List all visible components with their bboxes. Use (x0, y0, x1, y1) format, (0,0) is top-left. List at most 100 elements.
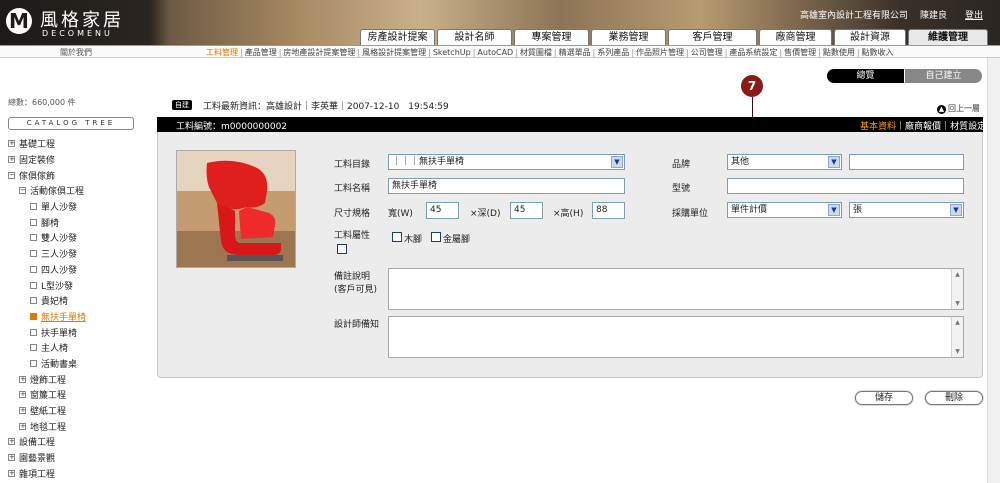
attribute-checkbox[interactable] (337, 244, 347, 254)
sub-nav-link[interactable]: 產品管理 (245, 48, 277, 57)
wood-leg-checkbox[interactable] (392, 232, 402, 242)
sub-nav-link[interactable]: 公司管理 (691, 48, 723, 57)
scroll-down-icon[interactable]: ▼ (952, 298, 963, 309)
tree-item[interactable]: L型沙發 (8, 277, 148, 293)
scroll-up-icon[interactable]: ▲ (952, 269, 963, 280)
expand-icon[interactable]: + (19, 407, 26, 415)
tree-item[interactable]: + 雜項工程 (8, 465, 148, 481)
sub-nav-link[interactable]: 售價管理 (784, 48, 816, 57)
leaf-icon (30, 297, 37, 305)
page-scrollbar[interactable] (987, 58, 1000, 483)
delete-button[interactable]: 刪除 (925, 391, 983, 405)
nav-tab-design-resources[interactable]: 設計資源 (834, 29, 906, 45)
tree-item[interactable]: + 窗簾工程 (8, 387, 148, 403)
nav-tab-designers[interactable]: 設計名師 (437, 29, 512, 45)
model-input[interactable] (727, 178, 964, 194)
tree-item[interactable]: 腳椅 (8, 214, 148, 230)
scrollbar[interactable]: ▲ ▼ (951, 317, 963, 357)
separator: | (592, 48, 596, 57)
sub-nav-link[interactable]: 產品系統設定 (729, 48, 777, 57)
tab-material-settings[interactable]: 材質設定 (950, 122, 986, 132)
sub-nav-link[interactable]: AutoCAD (477, 48, 513, 57)
tree-item[interactable]: 扶手單椅 (8, 324, 148, 340)
tree-item[interactable]: 主人椅 (8, 340, 148, 356)
tree-item[interactable]: 三人沙發 (8, 246, 148, 262)
collapse-icon[interactable]: − (19, 187, 26, 195)
chevron-down-icon: ▼ (828, 156, 840, 168)
tree-item[interactable]: + 固定裝修 (8, 152, 148, 168)
remark-label: 備註說明 (334, 272, 371, 282)
tree-item[interactable]: + 壁紙工程 (8, 403, 148, 419)
sub-nav-link[interactable]: 工料管理 (206, 48, 238, 57)
sub-nav-link[interactable]: 點數使用 (823, 48, 855, 57)
height-input[interactable]: 88 (592, 202, 625, 219)
nav-tab-customer-management[interactable]: 客戶管理 (668, 29, 757, 45)
tree-item[interactable]: − 活動傢俱工程 (8, 183, 148, 199)
expand-icon[interactable]: + (19, 391, 26, 399)
tree-item[interactable]: 單人沙發 (8, 199, 148, 215)
tree-item[interactable]: + 地毯工程 (8, 418, 148, 434)
tree-item[interactable]: − 傢俱傢飾 (8, 167, 148, 183)
logo-icon: M (6, 8, 32, 34)
expand-icon[interactable]: + (8, 454, 15, 462)
brand-other-input[interactable] (849, 154, 964, 170)
sub-nav-link[interactable]: 系列產品 (597, 48, 629, 57)
sub-nav-link[interactable]: SketchUp (433, 48, 471, 57)
unit-select[interactable]: 張 ▼ (849, 202, 964, 218)
sub-nav-link[interactable]: 點數收入 (862, 48, 894, 57)
expand-icon[interactable]: + (8, 156, 15, 164)
expand-icon[interactable]: + (19, 375, 26, 383)
nav-tab-project-management[interactable]: 專案管理 (514, 29, 589, 45)
total-count: 總數：660,000 件 (8, 98, 76, 107)
separator: | (856, 48, 860, 57)
logout-link[interactable]: 登出 (965, 8, 983, 21)
tree-item[interactable]: 四人沙發 (8, 262, 148, 278)
width-input[interactable]: 45 (426, 202, 459, 219)
expand-icon[interactable]: + (19, 422, 26, 430)
name-input[interactable]: 無扶手單椅 (388, 178, 625, 194)
nav-tab-vendor-management[interactable]: 廠商管理 (759, 29, 832, 45)
tab-self-created[interactable]: 自己建立 (905, 69, 982, 83)
designer-note-textarea[interactable]: ▲ ▼ (388, 316, 964, 358)
scroll-up-icon[interactable]: ▲ (952, 317, 963, 328)
nav-tab-business-management[interactable]: 業務管理 (591, 29, 666, 45)
sub-nav-link[interactable]: 材質圖檔 (520, 48, 552, 57)
nav-tab-property-proposal[interactable]: 房產設計提案 (360, 29, 435, 45)
tree-item[interactable]: 貴妃椅 (8, 293, 148, 309)
tree-item[interactable]: + 園藝景觀 (8, 450, 148, 466)
depth-label: ×深(D) (470, 209, 501, 219)
catalog-select[interactable]: ｜｜｜無扶手單椅 ▼ (388, 154, 625, 170)
collapse-icon[interactable]: − (8, 171, 15, 179)
brand-select[interactable]: 其他 ▼ (727, 154, 842, 170)
tree-item-label: 貴妃椅 (41, 297, 69, 308)
scroll-down-icon[interactable]: ▼ (952, 346, 963, 357)
tab-overview[interactable]: 總覽 (827, 69, 904, 83)
tree-item[interactable]: + 燈飾工程 (8, 371, 148, 387)
scrollbar[interactable]: ▲ ▼ (951, 269, 963, 309)
tree-item-label: 雙人沙發 (41, 234, 78, 245)
expand-icon[interactable]: + (8, 140, 15, 148)
metal-leg-checkbox[interactable] (431, 232, 441, 242)
expand-icon[interactable]: + (8, 438, 15, 446)
sub-nav-link[interactable]: 房地產設計提案管理 (283, 48, 355, 57)
tree-item[interactable]: + 基礎工程 (8, 136, 148, 152)
sub-nav-link[interactable]: 作品照片管理 (636, 48, 684, 57)
remark-textarea[interactable]: ▲ ▼ (388, 268, 964, 310)
tree-item[interactable]: 雙人沙發 (8, 230, 148, 246)
tree-item[interactable]: 無扶手單椅 (8, 309, 148, 325)
tab-basic-info[interactable]: 基本資料 (860, 122, 896, 132)
depth-input[interactable]: 45 (510, 202, 543, 219)
nav-tab-maintenance[interactable]: 維護管理 (908, 29, 988, 45)
back-link[interactable]: ▲ 回上一層 (937, 103, 980, 114)
tab-vendor-quote[interactable]: 廠商報價 (905, 122, 941, 132)
tree-item[interactable]: + 設備工程 (8, 434, 148, 450)
sub-nav-link[interactable]: 精選單品 (559, 48, 591, 57)
expand-icon[interactable]: + (8, 469, 15, 477)
save-button[interactable]: 儲存 (855, 391, 913, 405)
tree-item-label: 基礎工程 (19, 140, 56, 151)
about-link[interactable]: 關於我們 (60, 47, 92, 58)
purchase-method-select[interactable]: 單件計價 ▼ (727, 202, 842, 218)
tree-item-label: 主人椅 (41, 344, 69, 355)
tree-item[interactable]: 活動書桌 (8, 356, 148, 372)
sub-nav-link[interactable]: 風格設計提案管理 (362, 48, 426, 57)
